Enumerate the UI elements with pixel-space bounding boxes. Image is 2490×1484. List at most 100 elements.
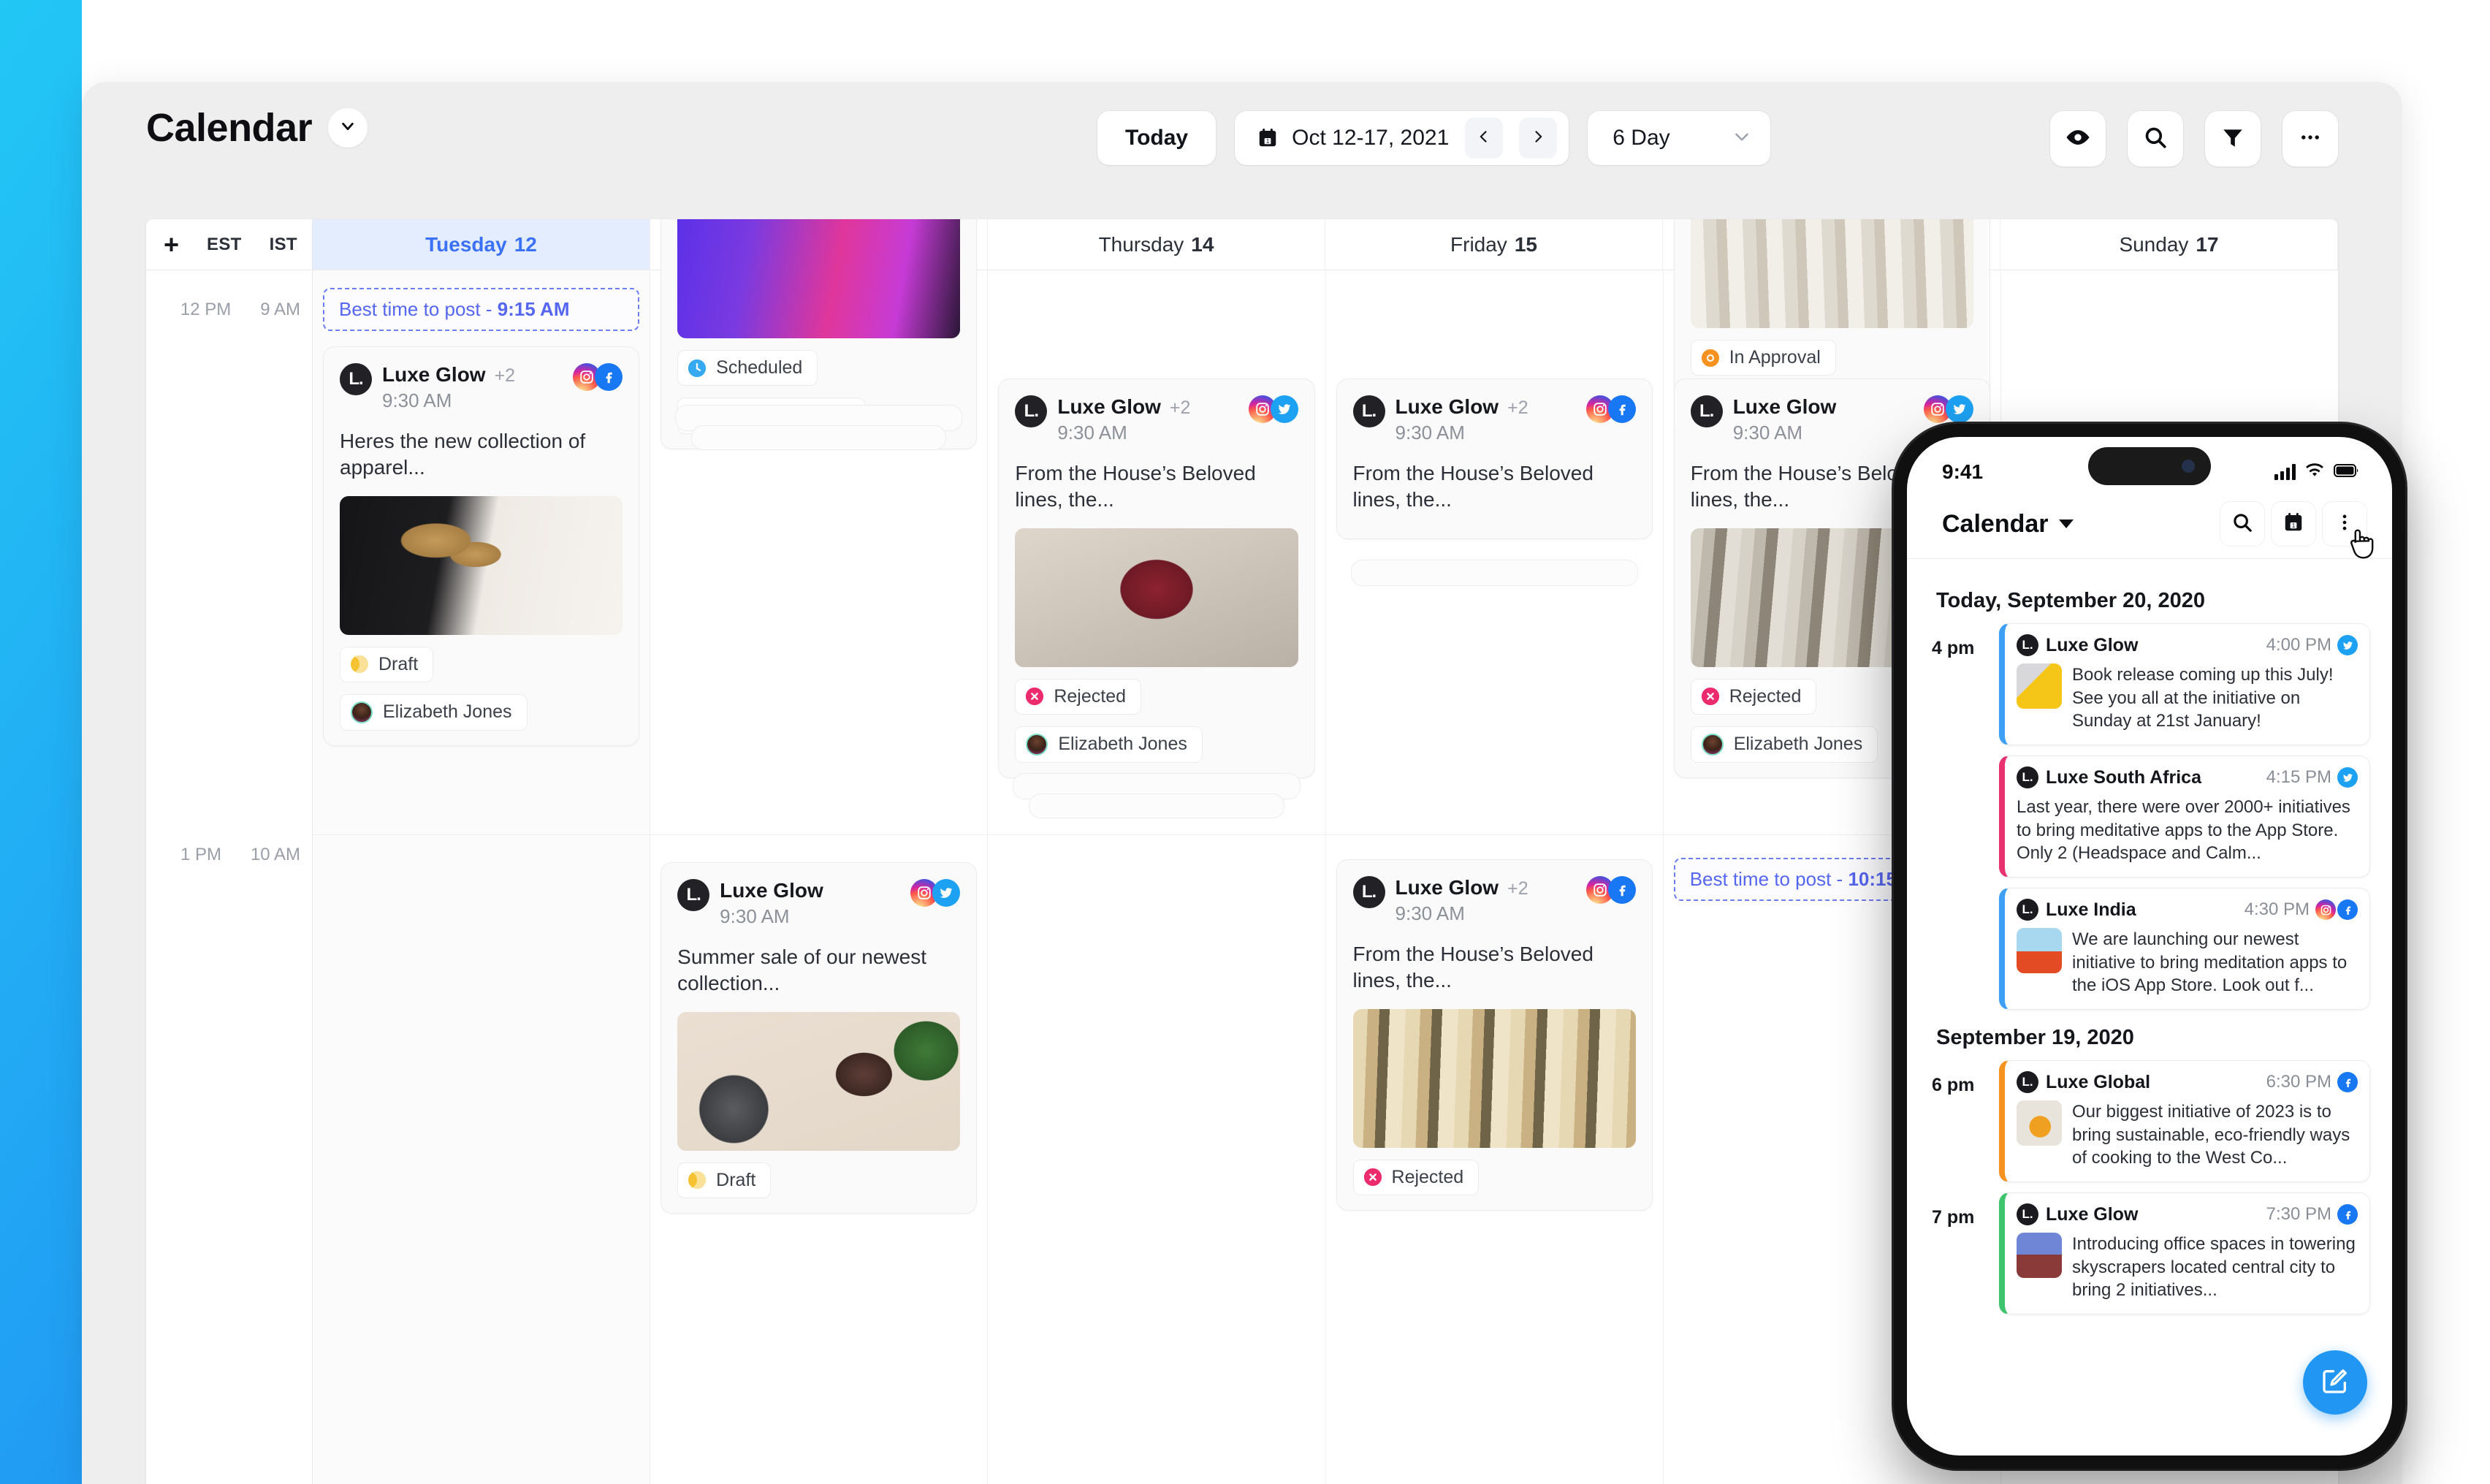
status-label: Rejected [1391,1166,1464,1187]
event-media-thumbnail [2017,1233,2062,1279]
day-header-friday[interactable]: Friday 15 [1325,219,1663,270]
mobile-screen: 9:41 Calendar 1 Today, September 20, 202… [1907,437,2392,1456]
day-header-thursday[interactable]: Thursday 14 [988,219,1325,270]
filter-button[interactable] [2205,111,2261,167]
feed-card-header: L. Luxe India 4:30 PM [2017,899,2358,921]
status-badge[interactable]: Draft [340,646,434,682]
feed-event-card[interactable]: L. Luxe Glow 7:30 PM Introducing office … [1999,1192,2370,1315]
event-time: 7:30 PM [2266,1204,2331,1225]
hour-divider [650,834,988,835]
feed-event-card[interactable]: L. Luxe Global 6:30 PM Our biggest initi… [1999,1060,2370,1183]
status-badge[interactable]: Scheduled [677,350,818,386]
mobile-search-button[interactable] [2220,501,2265,547]
event-text: Last year, there were over 2000+ initiat… [2017,797,2350,864]
caret-down-icon[interactable] [2058,520,2074,528]
next-period-button[interactable] [1519,118,1558,159]
event-time: 9:30 AM [720,905,790,927]
assignee-badge[interactable]: Elizabeth Jones [1690,726,1878,763]
feed-card-body: Book release coming up this July! See yo… [2017,663,2358,733]
feed-card-header: L. Luxe Glow 7:30 PM [2017,1203,2358,1226]
assignee-badge[interactable]: Elizabeth Jones [1015,726,1203,763]
event-text: Introducing office spaces in towering sk… [2072,1234,2356,1301]
day-header-tuesday[interactable]: Tuesday 12 [313,219,650,270]
feed-card-body: Last year, there were over 2000+ initiat… [2017,796,2358,865]
best-time-value: 9:15 AM [497,298,570,320]
view-mode-select[interactable]: 6 Day [1588,111,1771,165]
today-button[interactable]: Today [1097,111,1217,165]
status-label: Rejected [1729,685,1802,707]
draft-status-icon [351,655,368,674]
assignee-badge[interactable]: Elizabeth Jones [340,693,528,731]
preview-button[interactable] [2050,111,2106,167]
event-text: Our biggest initiative of 2023 is to bri… [2072,1102,2350,1168]
brand-avatar: L. [1015,395,1048,427]
eye-icon [2066,125,2090,153]
title-dropdown-button[interactable] [328,108,368,148]
event-card[interactable]: L. Luxe Glow +2 9:30 AM [1336,859,1653,1211]
feed-hour-label: 4 pm [1932,638,1975,658]
feed-event-card[interactable]: L. Luxe South Africa 4:15 PM Last year, … [1999,756,2370,878]
event-media-thumbnail [677,219,961,338]
date-range-label: Oct 12-17, 2021 [1292,126,1450,150]
twitter-icon [2337,767,2358,788]
day-number: 12 [514,232,537,256]
chevron-left-icon [1477,129,1491,148]
feed-event-card[interactable]: L. Luxe Glow 4:00 PM Book release coming… [1999,623,2370,746]
status-label: In Approval [1729,347,1821,368]
time-label-primary: 1 PM [180,845,221,864]
event-time: 9:30 AM [382,389,452,411]
status-badge[interactable]: Rejected [1015,678,1142,715]
day-column-tuesday[interactable]: Best time to post - 9:15 AM L. Luxe Glow… [313,270,651,1484]
status-badge[interactable]: In Approval [1690,340,1836,376]
event-text: Heres the new collection of apparel... [340,430,586,479]
brand-avatar: L. [340,363,372,395]
day-name: Sunday [2119,232,2189,256]
status-label: Scheduled [716,357,803,378]
brand-extra-count: +2 [1169,397,1191,418]
brand-avatar: L. [2017,634,2038,656]
event-card[interactable]: L. Luxe Glow 9:30 AM [660,862,978,1214]
social-channels [1248,395,1298,423]
status-badge[interactable]: Rejected [1690,678,1817,715]
event-time: 4:15 PM [2266,767,2331,788]
day-column-wednesday[interactable]: Scheduled Elizabeth Jones [650,219,989,1484]
time-label-secondary: 10 AM [250,845,300,864]
mobile-calendar-button[interactable]: 1 [2271,501,2316,547]
previous-period-button[interactable] [1465,118,1504,159]
facebook-icon [595,363,623,391]
day-number: 17 [2196,232,2219,256]
date-range-picker[interactable]: 1 Oct 12-17, 2021 [1235,111,1569,165]
day-column-friday[interactable]: L. Luxe Glow +2 9:30 AM From the House’s… [1325,270,1664,1484]
filter-icon [2220,125,2245,153]
best-time-to-post-chip[interactable]: Best time to post - 9:15 AM [323,288,640,331]
add-timezone-button[interactable]: + [164,231,179,258]
more-options-button[interactable] [2282,111,2338,167]
social-channels [1585,395,1636,423]
draft-status-icon [688,1171,707,1190]
day-column-thursday[interactable]: L. Luxe Glow +2 9:30 AM From the House’s… [988,270,1326,1484]
hand-cursor-icon [2345,526,2377,564]
event-card[interactable]: L. Luxe Glow +2 9:30 AM [1336,378,1653,539]
stacked-card-hint [1350,560,1638,586]
search-button[interactable] [2128,111,2183,167]
mobile-nav-actions: 1 [2220,501,2374,559]
day-header-sunday[interactable]: Sunday 17 [2000,219,2338,270]
event-card[interactable]: L. Luxe Glow +2 9:30 AM [998,378,1315,778]
day-name: Tuesday [425,232,507,256]
page-title: Calendar [146,106,313,150]
feed-event-card[interactable]: L. Luxe India 4:30 PM We are launching o… [1999,888,2370,1011]
calendar-icon: 1 [2282,511,2304,537]
day-name: Thursday [1098,232,1184,256]
brand-avatar: L. [2017,766,2038,789]
event-card[interactable]: L. Luxe Glow +2 9:30 AM [323,346,640,746]
mobile-event-feed[interactable]: Today, September 20, 2020 4 pm L. Luxe G… [1907,566,2392,1456]
assignee-name: Elizabeth Jones [1733,734,1863,755]
compose-post-button[interactable] [2303,1350,2367,1415]
status-badge[interactable]: Rejected [1352,1159,1480,1195]
compose-icon [2320,1366,2350,1399]
day-name: Friday [1450,232,1507,256]
battery-icon [2334,463,2360,482]
status-badge[interactable]: Draft [677,1162,772,1198]
timezone-secondary-label: IST [269,234,297,254]
status-label: Draft [378,653,419,674]
